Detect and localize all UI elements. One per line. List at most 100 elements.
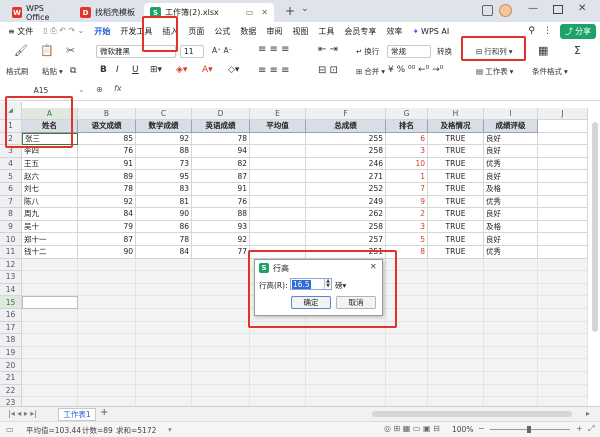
table-cell[interactable]: 91	[192, 183, 250, 196]
search-icon[interactable]: ⚲	[528, 26, 535, 36]
table-cell[interactable]	[250, 233, 306, 246]
number-format-select[interactable]: 常规	[387, 45, 431, 58]
table-cell[interactable]: 86	[136, 220, 192, 234]
chevron-down-icon[interactable]: ⌄	[301, 4, 309, 14]
row-header[interactable]: 22	[0, 384, 22, 398]
table-cell[interactable]	[250, 183, 306, 196]
close-tab-icon[interactable]: ✕	[261, 8, 268, 17]
column-header-b[interactable]: B	[78, 108, 136, 120]
table-cell[interactable]	[250, 157, 306, 171]
table-cell[interactable]: 良好	[484, 208, 538, 221]
cell[interactable]	[306, 372, 386, 385]
table-cell[interactable]: 2	[386, 208, 428, 221]
row-header[interactable]: 9	[0, 220, 22, 234]
cell[interactable]	[538, 220, 588, 234]
avatar[interactable]	[499, 4, 512, 17]
row-header[interactable]: 14	[0, 283, 22, 297]
cell[interactable]	[22, 271, 78, 284]
table-cell[interactable]: TRUE	[428, 195, 484, 209]
table-cell[interactable]: TRUE	[428, 183, 484, 196]
row-header[interactable]: 11	[0, 246, 22, 259]
align-left-icon[interactable]: ≡ ≡ ≡	[258, 65, 290, 76]
menu-view[interactable]: 视图	[287, 26, 313, 37]
cell[interactable]	[538, 384, 588, 398]
cell[interactable]	[428, 384, 484, 398]
more-icon[interactable]: ⋮	[543, 26, 552, 36]
italic-button[interactable]: I	[116, 65, 119, 75]
cell[interactable]	[22, 359, 78, 372]
cell[interactable]	[538, 372, 588, 385]
horizontal-scrollbar-track[interactable]	[120, 411, 370, 417]
cell[interactable]	[428, 271, 484, 284]
cell[interactable]	[192, 296, 250, 309]
cell[interactable]	[538, 195, 588, 209]
table-cell[interactable]: 79	[78, 220, 136, 234]
formula-input[interactable]	[130, 84, 590, 97]
table-cell[interactable]: 94	[192, 145, 250, 158]
cell[interactable]	[136, 321, 192, 335]
row-header[interactable]: 20	[0, 359, 22, 372]
table-cell[interactable]: TRUE	[428, 246, 484, 259]
font-size-select[interactable]: 11	[180, 45, 204, 58]
row-header[interactable]: 4	[0, 157, 22, 171]
table-cell[interactable]: TRUE	[428, 208, 484, 221]
row-height-input[interactable]: 16.5 ▲ ▼	[290, 278, 332, 290]
row-header[interactable]: 21	[0, 372, 22, 385]
cell[interactable]	[78, 309, 136, 322]
cell[interactable]	[538, 208, 588, 221]
table-cell[interactable]: 76	[192, 195, 250, 209]
menu-data[interactable]: 数据	[235, 26, 261, 37]
name-cell[interactable]: 陈八	[22, 195, 78, 209]
window-icon[interactable]	[482, 5, 493, 16]
font-grow-icon[interactable]: A⁺ A⁻	[212, 46, 233, 55]
table-cell[interactable]: 良好	[484, 170, 538, 183]
cell[interactable]	[78, 296, 136, 309]
distribute-icon[interactable]: ⊟ ⊡	[318, 65, 338, 76]
column-header-e[interactable]: E	[250, 108, 306, 120]
cell[interactable]	[386, 372, 428, 385]
table-header-cell[interactable]: 成绩评级	[484, 120, 538, 133]
cell[interactable]	[386, 346, 428, 360]
table-cell[interactable]: 255	[306, 132, 386, 146]
cell[interactable]	[428, 283, 484, 297]
cell[interactable]	[484, 258, 538, 272]
fill-color-icon[interactable]: ◈▾	[176, 65, 187, 75]
cell[interactable]	[484, 346, 538, 360]
menu-tools[interactable]: 工具	[313, 26, 339, 37]
table-cell[interactable]: 258	[306, 145, 386, 158]
table-cell[interactable]	[250, 170, 306, 183]
zoom-search-icon[interactable]: ⊕	[96, 85, 103, 94]
cell[interactable]	[538, 359, 588, 372]
cell[interactable]	[78, 258, 136, 272]
table-cell[interactable]: 249	[306, 195, 386, 209]
column-header-f[interactable]: F	[306, 108, 386, 120]
cell[interactable]	[306, 359, 386, 372]
cell[interactable]	[250, 384, 306, 398]
selected-cell[interactable]	[22, 296, 78, 309]
paste-icon[interactable]: 📋	[40, 44, 54, 57]
conditional-format-button[interactable]: 条件格式 ▾	[532, 66, 568, 77]
table-cell[interactable]: 262	[306, 208, 386, 221]
format-painter-button[interactable]: 格式刷	[6, 66, 29, 77]
sheet-tab-1[interactable]: 工作表1	[58, 408, 96, 421]
minimize-icon[interactable]: —	[528, 3, 538, 14]
name-cell[interactable]: 王五	[22, 157, 78, 171]
cell[interactable]	[22, 309, 78, 322]
menu-file[interactable]: ≡ 文件	[0, 26, 38, 37]
row-header[interactable]: 15	[0, 296, 22, 309]
cell[interactable]	[386, 359, 428, 372]
cell[interactable]	[428, 359, 484, 372]
cancel-button[interactable]: 取消	[336, 296, 376, 309]
menu-member[interactable]: 会员专享	[339, 26, 381, 37]
table-style-icon[interactable]: ▦	[538, 44, 548, 57]
border-icon[interactable]: ⊞▾	[150, 65, 162, 75]
table-cell[interactable]: 90	[136, 208, 192, 221]
cell[interactable]	[136, 271, 192, 284]
table-cell[interactable]: 92	[136, 132, 192, 146]
cell[interactable]	[538, 321, 588, 335]
cell[interactable]	[428, 346, 484, 360]
table-cell[interactable]: 良好	[484, 233, 538, 246]
cell[interactable]	[136, 334, 192, 347]
cell[interactable]	[22, 258, 78, 272]
table-cell[interactable]	[250, 145, 306, 158]
